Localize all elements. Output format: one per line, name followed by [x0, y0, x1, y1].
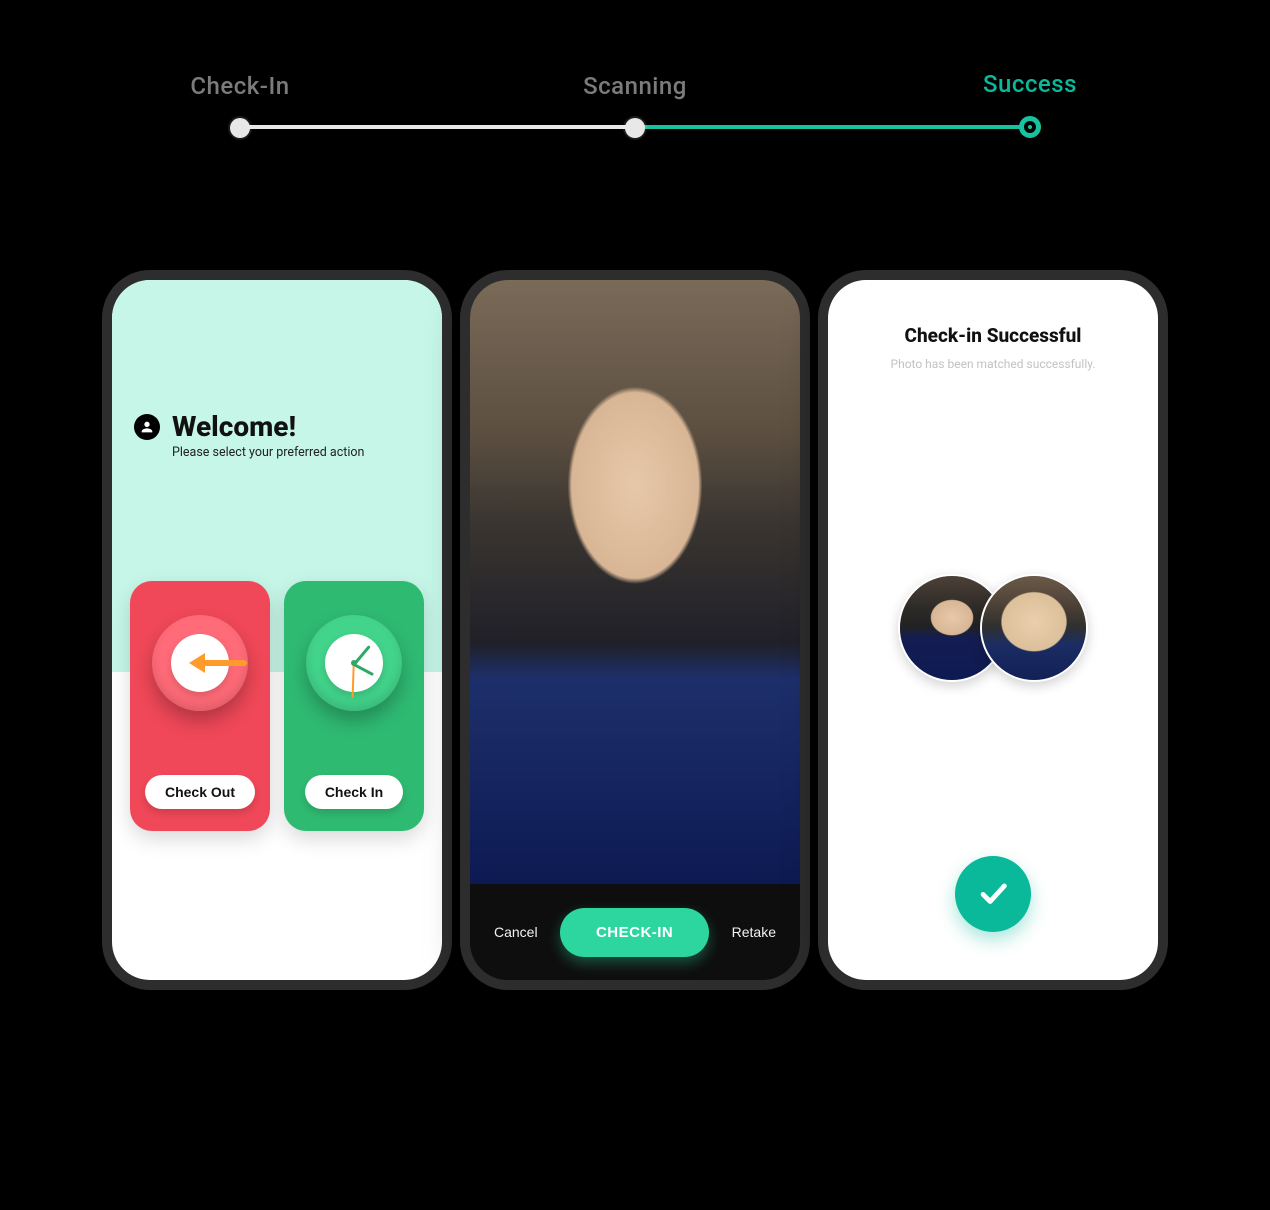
- success-title: Check-in Successful: [850, 324, 1136, 347]
- success-subtitle: Photo has been matched successfully.: [850, 355, 1136, 373]
- check-icon: [976, 876, 1010, 913]
- camera-preview: [470, 280, 800, 884]
- step-dot-icon: [230, 118, 250, 138]
- step-label: Scanning: [583, 72, 687, 100]
- done-button[interactable]: [955, 856, 1031, 932]
- step-label: Success: [983, 70, 1077, 98]
- phones-stage: Welcome! Please select your preferred ac…: [0, 280, 1270, 980]
- step-dot-icon: [1019, 116, 1041, 138]
- checkout-bubble: [152, 615, 248, 711]
- phone-scanning: Cancel CHECK-IN Retake: [470, 280, 800, 980]
- checkin-bubble: [306, 615, 402, 711]
- progress-stepper: Check-In Scanning Success: [180, 70, 1090, 138]
- step-dot-icon: [625, 118, 645, 138]
- checkin-card[interactable]: Check In: [284, 581, 424, 831]
- photo-match: [828, 574, 1158, 682]
- avatar-captured: [980, 574, 1088, 682]
- checkout-button[interactable]: Check Out: [145, 775, 255, 809]
- retake-button[interactable]: Retake: [728, 918, 780, 946]
- checkout-card[interactable]: Check Out: [130, 581, 270, 831]
- confirm-checkin-button[interactable]: CHECK-IN: [560, 908, 709, 957]
- phone-success: Check-in Successful Photo has been match…: [828, 280, 1158, 980]
- step-label: Check-In: [190, 72, 289, 100]
- person-icon: [134, 414, 160, 440]
- camera-action-bar: Cancel CHECK-IN Retake: [470, 884, 800, 980]
- clock-icon: [325, 634, 383, 692]
- phone-checkin-chooser: Welcome! Please select your preferred ac…: [112, 280, 442, 980]
- action-cards: Check Out Check In: [130, 581, 424, 831]
- cancel-button[interactable]: Cancel: [490, 918, 542, 946]
- checkin-button[interactable]: Check In: [305, 775, 403, 809]
- welcome-title: Welcome!: [172, 410, 364, 443]
- arrow-left-icon: [171, 634, 229, 692]
- welcome-subtitle: Please select your preferred action: [172, 445, 364, 460]
- stepper-track-fill: [635, 125, 1030, 129]
